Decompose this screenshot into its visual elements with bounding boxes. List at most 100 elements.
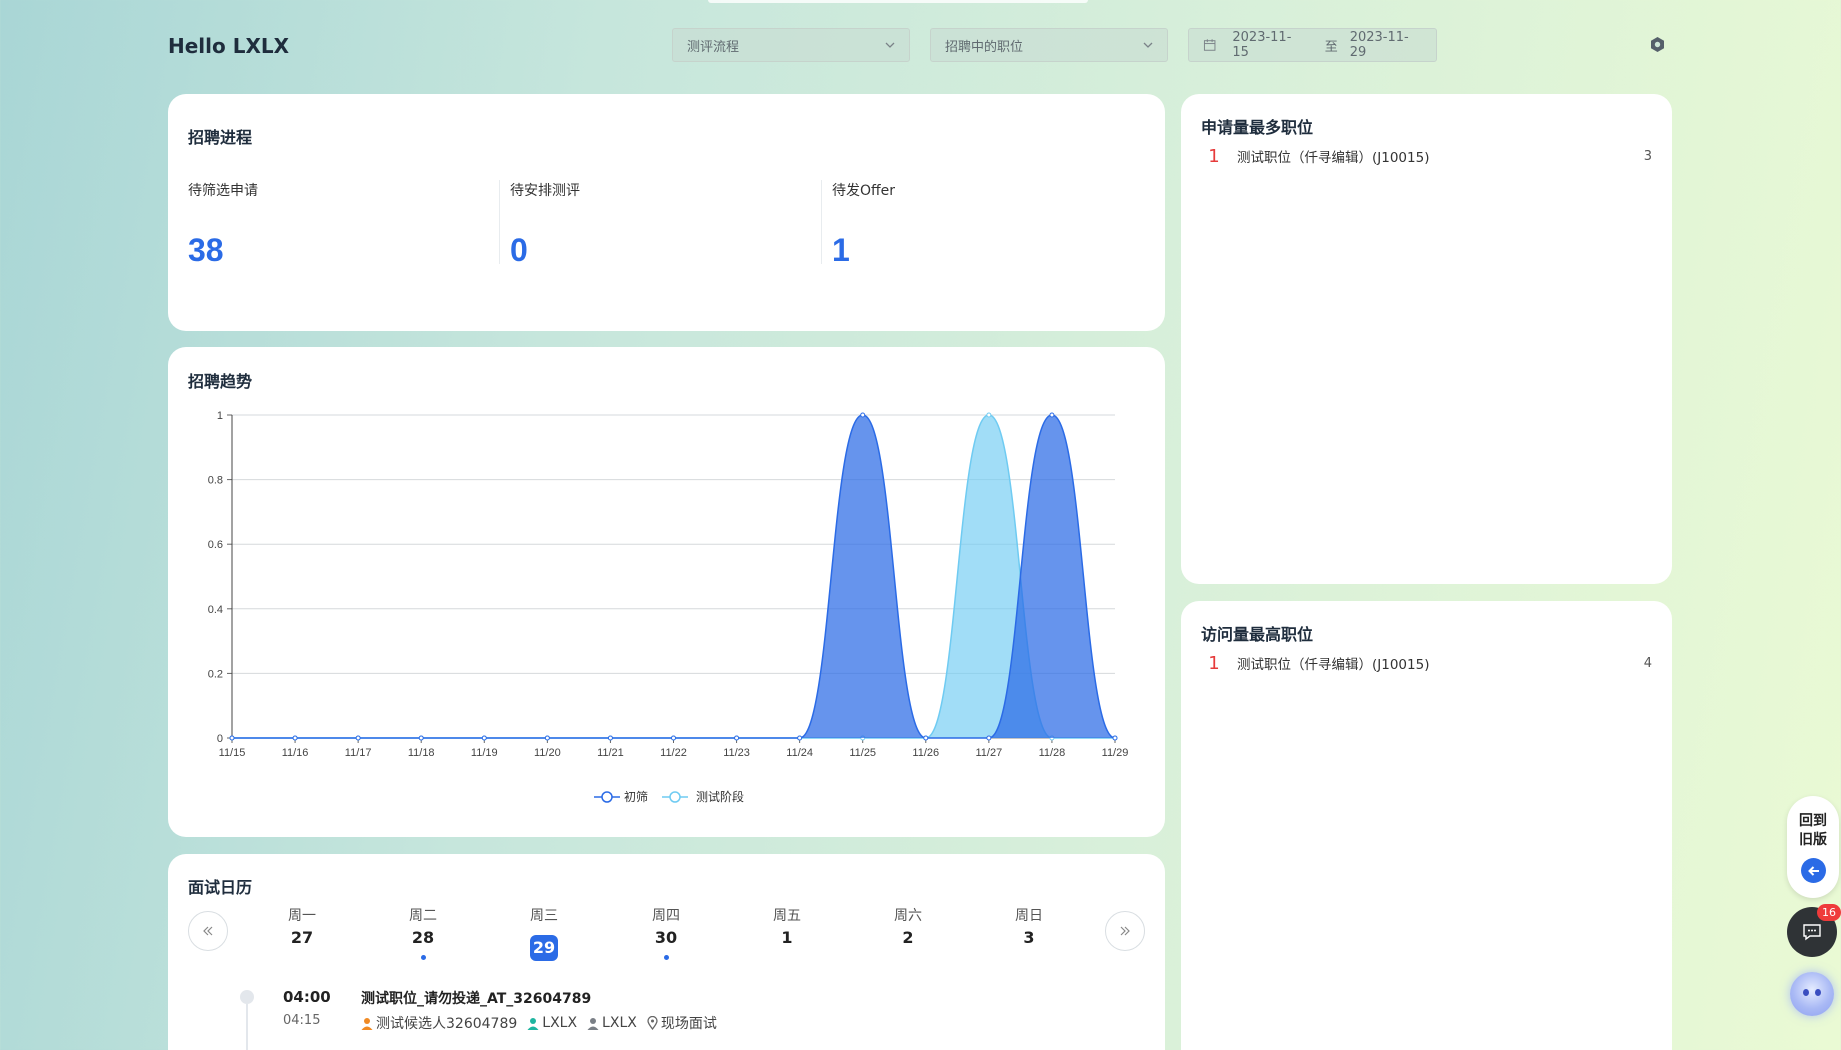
weekday-label: 周日 (1015, 908, 1043, 924)
date-wrap: 1 (757, 925, 817, 951)
date-separator: 至 (1324, 39, 1338, 55)
event-end-time: 04:15 (283, 1013, 321, 1028)
event-candidate[interactable]: 测试候选人32604789 (361, 1013, 517, 1033)
stat-label: 待筛选申请 (188, 183, 258, 199)
y-tick-label: 0.4 (208, 604, 223, 616)
application-count: 3 (1643, 148, 1652, 164)
legend-line-icon (594, 790, 620, 803)
date-number: 27 (290, 928, 314, 947)
calendar-day[interactable]: 周五 1 (757, 905, 817, 951)
calendar-day[interactable]: 周三 29 (514, 905, 574, 961)
assistant-bot-icon[interactable] (1790, 972, 1834, 1016)
location-name: 现场面试 (660, 1016, 717, 1032)
top-visited-card: 访问量最高职位 1 测试职位（仟寻编辑）(J10015) 4 (1181, 601, 1672, 1050)
rank-number: 1 (1208, 145, 1220, 167)
legend-item-test[interactable]: 测试阶段 (662, 788, 744, 805)
weekday-label: 周二 (409, 908, 437, 924)
calendar-day[interactable]: 周六 2 (878, 905, 938, 951)
data-point (481, 735, 487, 741)
process-select[interactable]: 测评流程 (672, 28, 910, 62)
calendar-day[interactable]: 周四 30 (636, 905, 696, 960)
x-tick-label: 11/21 (597, 747, 624, 759)
stat-label: 待发Offer (832, 183, 896, 199)
chevron-down-icon (885, 42, 895, 48)
list-item[interactable]: 1 测试职位（仟寻编辑）(J10015) 3 (1201, 144, 1652, 168)
position-select[interactable]: 招聘中的职位 (930, 28, 1168, 62)
date-wrap: 29 (514, 925, 574, 961)
y-tick-label: 0.6 (208, 539, 223, 551)
chat-unread-badge: 16 (1817, 904, 1841, 921)
date-number: 29 (530, 935, 558, 961)
settings-icon[interactable] (1649, 36, 1666, 53)
legend-item-screen[interactable]: 初筛 (594, 788, 648, 805)
event-dot (663, 955, 669, 960)
x-tick-label: 11/23 (723, 747, 750, 759)
process-select-value: 测评流程 (687, 39, 740, 55)
top-applied-card: 申请量最多职位 1 测试职位（仟寻编辑）(J10015) 3 (1181, 94, 1672, 584)
calendar-icon (1203, 39, 1216, 51)
date-start[interactable]: 2023-11-15 (1232, 30, 1304, 60)
data-point (986, 412, 992, 418)
weekday-label: 周六 (894, 908, 922, 924)
event-title[interactable]: 测试职位_请勿投递_AT_32604789 (361, 988, 591, 1008)
list-item[interactable]: 1 测试职位（仟寻编辑）(J10015) 4 (1201, 651, 1652, 675)
interviewer-name: LXLX (542, 1015, 578, 1031)
prev-week-button[interactable] (188, 911, 228, 951)
location-pin-icon (647, 1016, 658, 1030)
data-point (292, 735, 298, 741)
bot-eye (1815, 989, 1821, 996)
double-chevron-right-icon (1120, 926, 1130, 936)
weekday-label: 周五 (773, 908, 801, 924)
x-tick-label: 11/20 (534, 747, 561, 759)
y-tick-label: 0.2 (208, 668, 223, 680)
event-location: 现场面试 (647, 1013, 717, 1033)
event-meta: 测试候选人32604789 LXLX LXLX 现场面试 (361, 1013, 727, 1033)
data-point (418, 735, 424, 741)
stat-pending-assessment[interactable]: 待安排测评 0 (510, 180, 580, 268)
calendar-day[interactable]: 周一 27 (272, 905, 332, 951)
top-applied-title: 申请量最多职位 (1201, 118, 1314, 137)
date-wrap: 27 (272, 925, 332, 951)
progress-card: 招聘进程 (168, 94, 1165, 331)
stat-pending-screen[interactable]: 待筛选申请 38 (188, 180, 258, 268)
calendar-title: 面试日历 (188, 878, 253, 897)
legend-label: 测试阶段 (696, 790, 745, 804)
calendar-day[interactable]: 周二 28 (393, 905, 453, 960)
data-point (607, 735, 613, 741)
next-week-button[interactable] (1105, 911, 1145, 951)
date-end[interactable]: 2023-11-29 (1350, 30, 1422, 60)
trend-chart: 0 0.2 0.4 0.6 0.8 1 11/15 11/16 11/17 11/18 11/19 1… (208, 410, 1129, 759)
series-area-1 (232, 415, 1115, 738)
date-number: 30 (654, 928, 678, 947)
date-range-picker[interactable]: 2023-11-15 至 2023-11-29 (1188, 28, 1437, 62)
back-to-old-version-button[interactable]: 回到旧版 (1787, 796, 1839, 898)
x-tick-label: 11/25 (849, 747, 876, 759)
calendar-day[interactable]: 周日 3 (999, 905, 1059, 951)
y-tick-label: 0 (217, 733, 223, 745)
top-notch (708, 0, 1088, 3)
bot-eye (1803, 989, 1809, 996)
organizer-name: LXLX (602, 1015, 637, 1031)
rank-number: 1 (1208, 652, 1220, 674)
event-dot (420, 955, 426, 960)
date-wrap: 3 (999, 925, 1059, 951)
timeline-line (246, 1004, 248, 1050)
y-tick-label: 0.8 (208, 475, 223, 487)
y-tick-label: 1 (217, 410, 223, 422)
position-select-value: 招聘中的职位 (945, 39, 1024, 55)
stat-value: 38 (188, 232, 224, 268)
divider (499, 180, 500, 264)
legend-label: 初筛 (624, 790, 649, 804)
date-number: 3 (1023, 928, 1035, 947)
double-chevron-left-icon (203, 926, 213, 936)
x-tick-label: 11/27 (975, 747, 1002, 759)
chart-legend: 初筛 测试阶段 (594, 788, 758, 805)
x-tick-label: 11/19 (471, 747, 498, 759)
weekday-label: 周三 (530, 908, 558, 924)
chevron-down-icon (1143, 42, 1153, 48)
candidate-name: 测试候选人32604789 (376, 1016, 518, 1032)
top-visited-title: 访问量最高职位 (1201, 625, 1314, 644)
stat-pending-offer[interactable]: 待发Offer 1 (832, 180, 896, 268)
legend-line-icon (662, 790, 689, 803)
x-tick-label: 11/16 (282, 747, 309, 759)
